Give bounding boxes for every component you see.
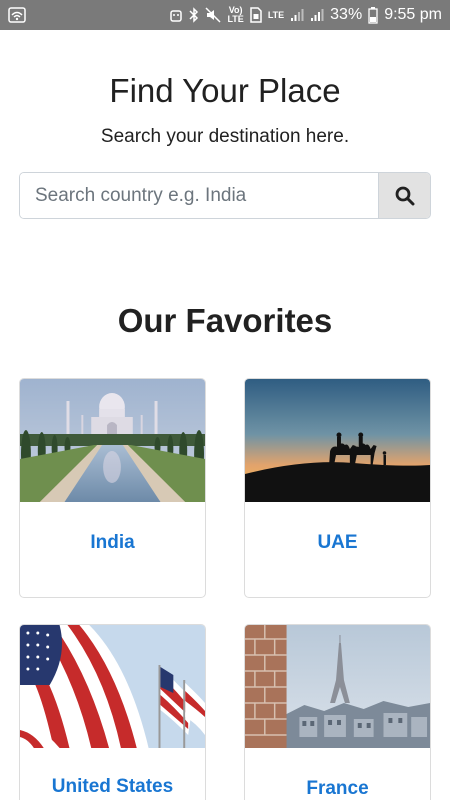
bluetooth-icon — [189, 6, 199, 24]
signal-icon-1 — [290, 6, 304, 24]
battery-icon — [368, 6, 378, 24]
favorite-card-uae[interactable]: UAE — [244, 378, 431, 598]
lte-icon: LTE — [267, 9, 285, 20]
us-flags-image — [20, 625, 205, 748]
favorite-label[interactable]: UAE — [245, 532, 430, 554]
mute-icon — [205, 6, 221, 24]
battery-percent: 33% — [330, 6, 363, 23]
page-title: Find Your Place — [109, 72, 341, 109]
status-bar: Vo) LTE LTE 33% 9:55 pm — [0, 0, 450, 30]
signal-icon-2 — [310, 6, 324, 24]
wifi-icon — [8, 6, 26, 24]
search-bar — [19, 172, 431, 219]
page-subtitle: Search your destination here. — [100, 126, 350, 147]
clock: 9:55 pm — [384, 6, 442, 23]
favorite-card-india[interactable]: India — [19, 378, 206, 598]
favorite-label[interactable]: United States — [20, 776, 205, 798]
favorite-label[interactable]: France — [245, 778, 430, 800]
favorite-label[interactable]: India — [20, 532, 205, 554]
paris-eiffel-image — [245, 625, 430, 748]
taj-mahal-image — [20, 379, 205, 502]
volte-icon: Vo) LTE — [227, 5, 244, 24]
search-button[interactable] — [378, 173, 430, 218]
search-icon — [395, 186, 414, 205]
search-input[interactable] — [20, 173, 378, 218]
android-icon — [169, 6, 183, 24]
sim-icon — [250, 6, 262, 24]
favorites-title: Our Favorites — [117, 302, 333, 339]
favorite-card-france[interactable]: France — [244, 624, 431, 800]
desert-camels-image — [245, 379, 430, 502]
favorite-card-united-states[interactable]: United States — [19, 624, 206, 800]
